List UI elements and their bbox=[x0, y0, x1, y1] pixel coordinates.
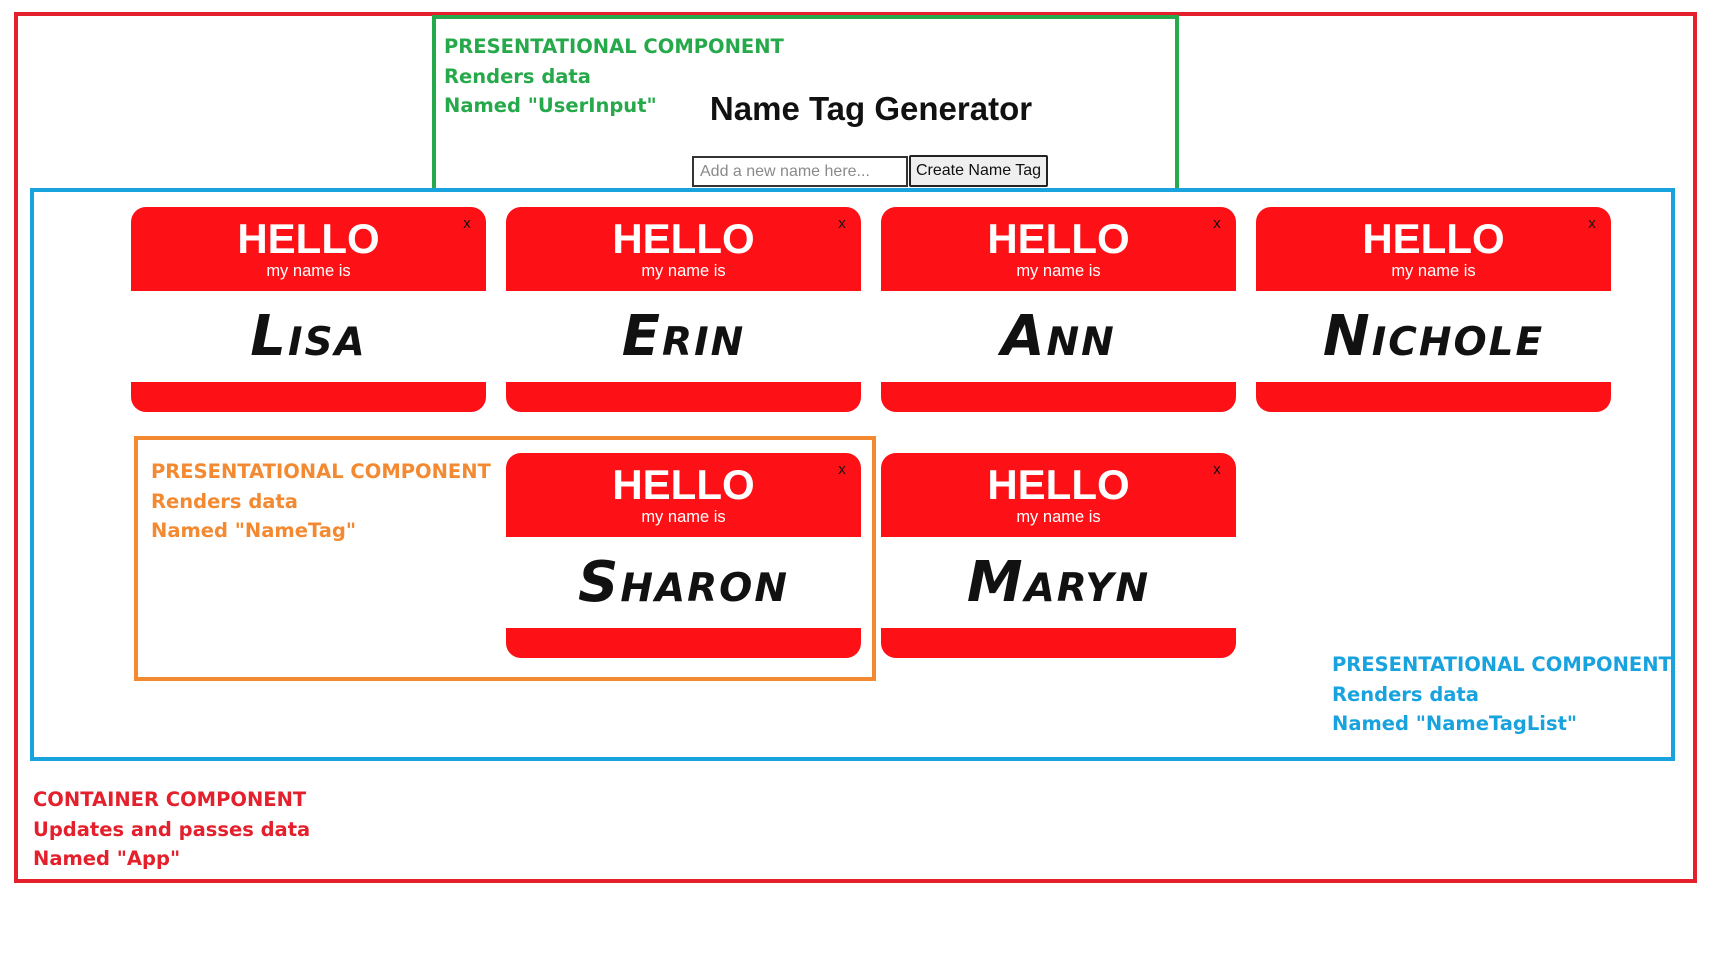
my-name-is-text: my name is bbox=[641, 262, 726, 280]
name-tag-header: HELLO my name is x bbox=[1256, 207, 1611, 291]
annotation-line: Named "NameTagList" bbox=[1332, 712, 1578, 735]
annotation-line: Named "UserInput" bbox=[444, 94, 657, 117]
annotation-line: PRESENTATIONAL COMPONENT bbox=[1332, 653, 1672, 676]
create-name-tag-button[interactable]: Create Name Tag bbox=[909, 155, 1048, 187]
annotation-line: Renders data bbox=[151, 489, 298, 513]
annotation-line: PRESENTATIONAL COMPONENT bbox=[151, 460, 491, 483]
hello-text: HELLO bbox=[987, 461, 1130, 508]
annotation-line: Renders data bbox=[1332, 682, 1479, 706]
name-tag: HELLO my name is x Maryn bbox=[881, 453, 1236, 658]
name-tag-header: HELLO my name is x bbox=[881, 207, 1236, 291]
name-tag-footer bbox=[1256, 382, 1611, 412]
name-tag-name: Maryn bbox=[966, 550, 1151, 615]
delete-tag-button[interactable]: x bbox=[1210, 215, 1224, 233]
annotation-line: Renders data bbox=[444, 64, 591, 88]
name-tag-name: Nichole bbox=[1322, 304, 1545, 369]
user-input-annotation: PRESENTATIONAL COMPONENT Renders data Na… bbox=[444, 32, 784, 121]
annotation-line: CONTAINER COMPONENT bbox=[33, 788, 307, 811]
name-tag-footer bbox=[506, 382, 861, 412]
delete-tag-button[interactable]: x bbox=[460, 215, 474, 233]
annotation-line: Named "App" bbox=[33, 847, 181, 870]
name-tag: HELLO my name is x Ann bbox=[881, 207, 1236, 412]
delete-tag-button[interactable]: x bbox=[1210, 461, 1224, 479]
app-annotation: CONTAINER COMPONENT Updates and passes d… bbox=[33, 785, 310, 874]
hello-text: HELLO bbox=[1362, 215, 1505, 262]
name-tag-list-annotation: PRESENTATIONAL COMPONENT Renders data Na… bbox=[1332, 650, 1672, 739]
name-tag-footer bbox=[881, 628, 1236, 658]
name-tag-annotation: PRESENTATIONAL COMPONENT Renders data Na… bbox=[151, 457, 491, 546]
annotation-line: Named "NameTag" bbox=[151, 519, 357, 542]
name-tag-footer bbox=[881, 382, 1236, 412]
name-tag-name: Erin bbox=[621, 304, 746, 369]
my-name-is-text: my name is bbox=[1016, 508, 1101, 526]
annotation-line: Updates and passes data bbox=[33, 817, 311, 841]
name-tag: HELLO my name is x Lisa bbox=[131, 207, 486, 412]
my-name-is-text: my name is bbox=[1391, 262, 1476, 280]
hello-text: HELLO bbox=[612, 215, 755, 262]
my-name-is-text: my name is bbox=[1016, 262, 1101, 280]
name-tag-footer bbox=[131, 382, 486, 412]
hello-text: HELLO bbox=[237, 215, 380, 262]
delete-tag-button[interactable]: x bbox=[835, 215, 849, 233]
name-tag-name: Lisa bbox=[250, 304, 367, 369]
name-tag-name: Ann bbox=[1001, 304, 1116, 369]
name-tag-header: HELLO my name is x bbox=[506, 207, 861, 291]
name-tag-header: HELLO my name is x bbox=[881, 453, 1236, 537]
annotation-line: PRESENTATIONAL COMPONENT bbox=[444, 35, 784, 58]
delete-tag-button[interactable]: x bbox=[1585, 215, 1599, 233]
my-name-is-text: my name is bbox=[266, 262, 351, 280]
name-tag: HELLO my name is x Nichole bbox=[1256, 207, 1611, 412]
name-tag-header: HELLO my name is x bbox=[131, 207, 486, 291]
name-input[interactable] bbox=[692, 156, 908, 187]
name-tag: HELLO my name is x Erin bbox=[506, 207, 861, 412]
hello-text: HELLO bbox=[987, 215, 1130, 262]
